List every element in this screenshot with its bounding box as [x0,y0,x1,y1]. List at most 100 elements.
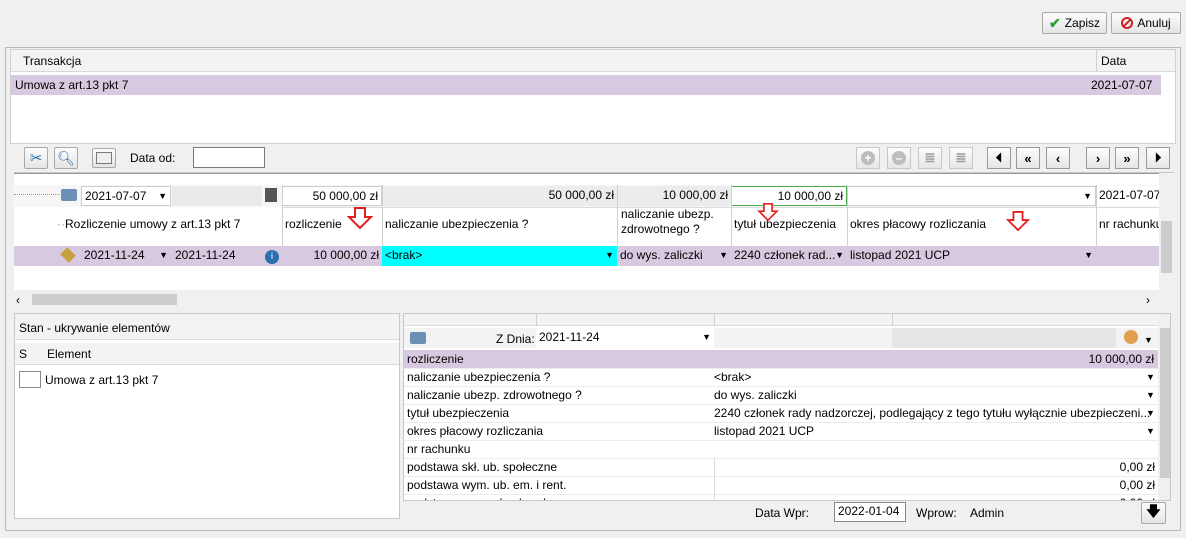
delete-record-button[interactable]: ≣ [949,147,973,169]
row3-date1-select[interactable]: 2021-11-24 [81,246,171,266]
details-row-value[interactable]: listopad 2021 UCP [714,422,1154,440]
nav-prev-page-button[interactable]: « [1016,147,1040,169]
chevron-down-icon[interactable]: ▼ [1146,386,1155,404]
nav-next-button[interactable]: › [1086,147,1110,169]
edit-list-icon: ≣ [924,150,936,165]
details-row[interactable]: okres płacowy rozliczania listopad 2021 U… [404,422,1158,441]
row3-zdrow-select[interactable]: do wys. zaliczki [617,246,731,266]
user-icon[interactable] [1124,330,1138,344]
save-button[interactable]: ✔ Zapisz [1042,12,1107,34]
transactions-list: Transakcja Data Umowa z art.13 pkt 7 202… [10,49,1176,144]
details-row-label: nr rachunku [407,442,471,456]
details-row[interactable]: rozliczenie 10 000,00 zł [404,350,1158,369]
details-row[interactable]: tytuł ubezpieczenia 2240 członek rady nad… [404,404,1158,423]
checkbox[interactable] [19,371,41,388]
remove-record-button[interactable]: – [887,147,911,169]
row3-naliczanie-select[interactable]: <brak> [382,246,617,266]
details-row[interactable]: naliczanie ubezp. zdrowotnego ? do wys. z… [404,386,1158,405]
add-record-button[interactable]: + [856,147,880,169]
nav-prev-button[interactable]: ‹ [1046,147,1070,169]
col-nr[interactable]: nr rachunku [1096,215,1166,234]
row3-okres-select[interactable]: listopad 2021 UCP [847,246,1096,266]
grid-vertical-scrollbar[interactable] [1159,173,1174,290]
download-button[interactable]: 🡇 [1141,502,1166,524]
red-arrow-down-icon [757,203,779,221]
row1-amount1[interactable]: 50 000,00 zł [282,186,382,206]
details-row-label: tytuł ubezpieczenia [407,406,510,420]
details-row-value: 0,00 zł [714,458,1155,476]
details-row-value: 0,00 zł [714,494,1155,500]
details-row[interactable]: nr rachunku [404,440,1158,459]
col-naliczanie-zdrow[interactable]: naliczanie ubezp. zdrowotnego ? [618,207,732,237]
state-panel: Stan - ukrywanie elementów S Element Umo… [14,313,400,519]
data-wpr-field: 2022-01-04 [834,502,906,522]
nav-last-button[interactable]: ⏵ [1146,147,1170,169]
details-row-label: rozliczenie [407,352,464,366]
details-row-value: 10 000,00 zł [1088,352,1154,366]
red-arrow-down-icon [347,207,373,229]
details-row-label: naliczanie ubezpieczenia ? [407,370,551,384]
calendar-button[interactable] [92,148,116,168]
col-naliczanie-ubezp[interactable]: naliczanie ubezpieczenia ? [382,215,617,234]
tools-button[interactable]: ✂ [24,147,48,169]
transaction-row[interactable]: Umowa z art.13 pkt 7 2021-07-07 [11,75,1161,95]
col-s[interactable]: S [19,345,27,363]
edit-record-button[interactable]: ≣ [918,147,942,169]
plus-circle-icon: + [861,151,875,165]
details-row-label: podstawa skł. ub. społeczne [407,460,558,474]
details-row-label: okres płacowy rozliczania [407,424,544,438]
nav-first-button[interactable]: ⏴ [987,147,1011,169]
details-row-value[interactable]: <brak> [714,368,1154,386]
chevron-down-icon[interactable]: ▼ [1146,368,1155,386]
col-tytul[interactable]: tytuł ubezpieczenia [731,215,847,234]
transactions-header: Transakcja Data [11,50,1175,72]
details-row[interactable]: podstawa wym. ub. em. i rent. 0,00 zł [404,476,1158,495]
zdnia-label: Z Dnia: [496,332,535,346]
zdnia-select[interactable]: 2021-11-24 [536,328,714,348]
details-row-label: podstawa wym. ub. chorob. [407,494,553,500]
chevron-left-icon: ‹ [1055,150,1061,166]
row3-tytul-select[interactable]: 2240 członek rad... [731,246,847,266]
grid-tree-label: ··Rozliczenie umowy z art.13 pkt 7 [57,217,241,231]
nav-next-page-button[interactable]: » [1115,147,1139,169]
wprow-value: Admin [970,506,1005,520]
details-vertical-scrollbar[interactable] [1158,314,1170,500]
chevron-right-icon: › [1095,150,1101,166]
check-icon: ✔ [1048,14,1061,31]
state-list-item[interactable]: Umowa z art.13 pkt 7 [15,369,399,389]
details-row-value: 0,00 zł [714,476,1155,494]
cancel-button[interactable]: Anuluj [1111,12,1181,34]
grid-horizontal-scrollbar[interactable]: ‹ › [14,291,1160,308]
notes-icon[interactable] [262,186,282,206]
wprow-label: Wprow: [916,506,957,520]
col-okres[interactable]: okres płacowy rozliczania [847,215,1096,234]
details-row-label: naliczanie ubezp. zdrowotnego ? [407,388,582,402]
details-row-value[interactable]: 2240 członek rady nadzorczej, podlegając… [714,404,1154,422]
info-icon[interactable]: i [262,246,282,266]
date-from-input[interactable] [193,147,265,168]
double-chevron-right-icon: » [1123,150,1131,166]
col-transakcja[interactable]: Transakcja [23,52,81,70]
details-row-label: podstawa wym. ub. em. i rent. [407,478,567,492]
row3-amount[interactable]: 10 000,00 zł [282,246,382,266]
cancel-icon [1121,17,1134,29]
search-icon: 🔍︎ [57,149,75,166]
chevron-down-icon[interactable]: ▼ [1146,422,1155,440]
search-button[interactable]: 🔍︎ [54,147,78,169]
details-row[interactable]: naliczanie ubezpieczenia ? <brak> ▼ [404,368,1158,387]
row1-select[interactable] [847,186,1096,206]
details-row[interactable]: podstawa wym. ub. chorob. 0,00 zł [404,494,1158,500]
grid: 2021-07-07 50 000,00 zł 50 000,00 zł 10 … [14,172,1174,290]
row1-amount4[interactable]: 10 000,00 zł [731,186,847,206]
col-element[interactable]: Element [47,345,91,363]
row3-date2: 2021-11-24 [175,248,236,262]
details-row-value[interactable]: do wys. zaliczki [714,386,1154,404]
row1-amount2: 50 000,00 zł [382,186,617,206]
row1-date-select[interactable]: 2021-07-07 [81,186,171,206]
row1-date2: 2021-07-07 [1096,186,1166,206]
book-icon [61,189,77,201]
details-row[interactable]: podstawa skł. ub. społeczne 0,00 zł [404,458,1158,477]
red-arrow-down-icon [1005,211,1031,231]
chevron-down-icon[interactable]: ▼ [1146,404,1155,422]
col-data[interactable]: Data [1101,52,1126,70]
